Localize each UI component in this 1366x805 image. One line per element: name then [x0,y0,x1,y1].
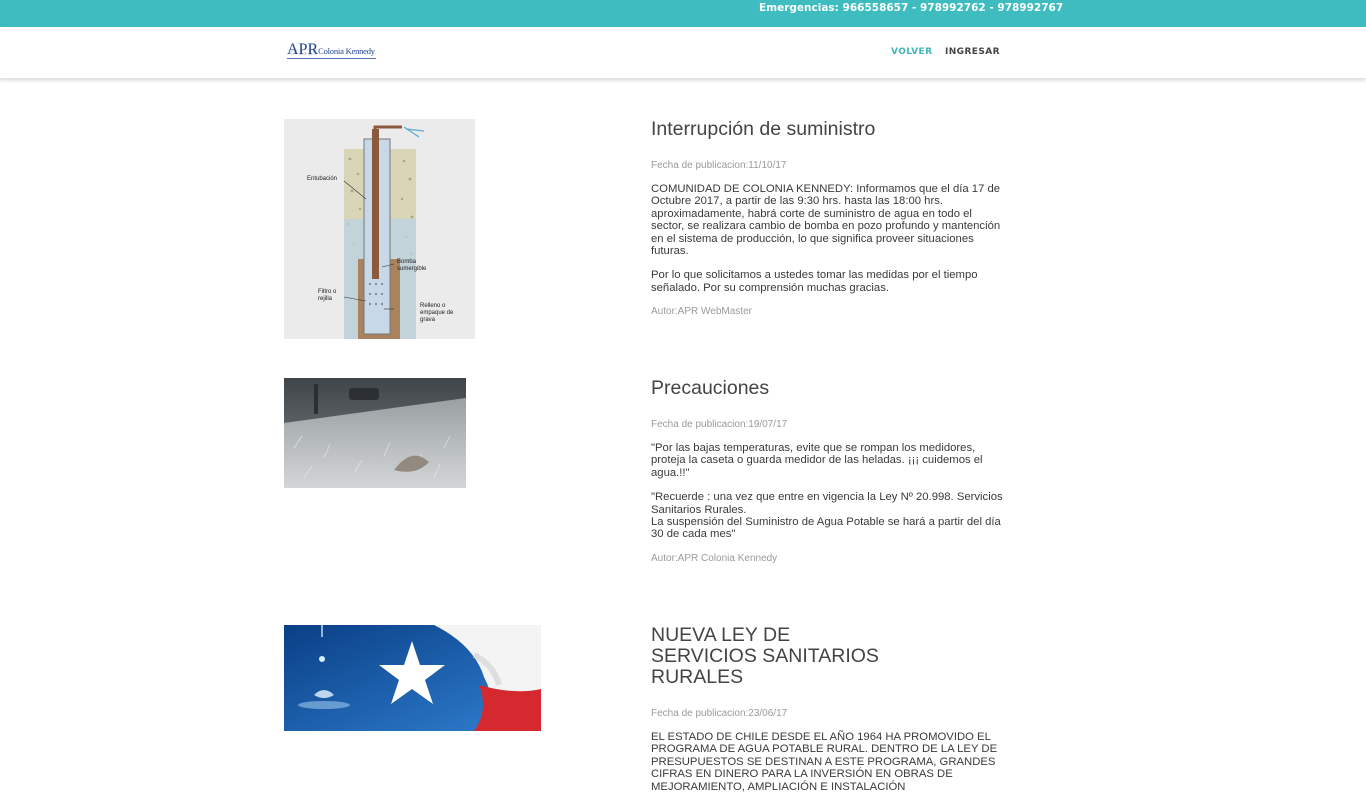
diagram-label-bomba: Bomba sumergible [397,259,427,272]
diagram-label-relleno: Relleno o empaque de grava [420,303,454,323]
post-content: Precauciones Fecha de publicacion:19/07/… [651,378,1006,564]
main-header: APRColonia Kennedy APR [0,27,1366,79]
post-content: Interrupción de suministro Fecha de publ… [651,119,1006,318]
post-paragraph: COMUNIDAD DE COLONIA KENNEDY: Informamos… [651,183,1001,258]
nav-ingresar-link[interactable]: INGRESAR [945,47,1000,57]
post-body: COMUNIDAD DE COLONIA KENNEDY: Informamos… [651,183,1006,294]
post-date: Fecha de publicacion:23/06/17 [651,708,788,719]
post-title[interactable]: Precauciones [651,378,1006,399]
post-date: Fecha de publicacion:19/07/17 [651,419,788,430]
logo-subtext: Colonia Kennedy [318,46,375,56]
post-content: NUEVA LEY DE SERVICIOS SANITARIOS RURALE… [651,625,1006,805]
post-title[interactable]: NUEVA LEY DE SERVICIOS SANITARIOS RURALE… [651,625,901,688]
logo-reflection: APR [287,47,319,57]
logo-underline [287,58,376,59]
post-paragraph: Por lo que solicitamos a ustedes tomar l… [651,269,978,294]
site-logo[interactable]: APRColonia Kennedy APR [287,41,377,65]
post-date: Fecha de publicacion:11/10/17 [651,160,787,171]
post-author: Autor:APR Colonia Kennedy [651,552,778,564]
frost-grass-image[interactable] [284,378,466,488]
post-body: EL ESTADO DE CHILE DESDE EL AÑO 1964 HA … [651,731,1006,793]
post-paragraph: "Por las bajas temperaturas, evite que s… [651,442,983,479]
emergency-phones: Emergencias: 966558657 - 978992762 - 978… [759,2,1064,14]
well-diagram-image[interactable]: Entubación Bomba sumergible Filtro o rej… [284,119,475,339]
chile-flag-water-image[interactable] [284,625,541,731]
emergency-bar: Emergencias: 966558657 - 978992762 - 978… [0,0,1366,27]
diagram-label-entubacion: Entubación [307,176,338,182]
nav-volver-link[interactable]: VOLVER [891,47,932,57]
post-paragraph: "Recuerde : una vez que entre en vigenci… [651,491,1003,541]
post-title[interactable]: Interrupción de suministro [651,119,1006,140]
post-author: Autor:APR WebMaster [651,306,752,318]
diagram-label-filtro: Filtro o rejilla [318,289,337,302]
post-paragraph: EL ESTADO DE CHILE DESDE EL AÑO 1964 HA … [651,731,998,793]
post-body: "Por las bajas temperaturas, evite que s… [651,442,1006,541]
